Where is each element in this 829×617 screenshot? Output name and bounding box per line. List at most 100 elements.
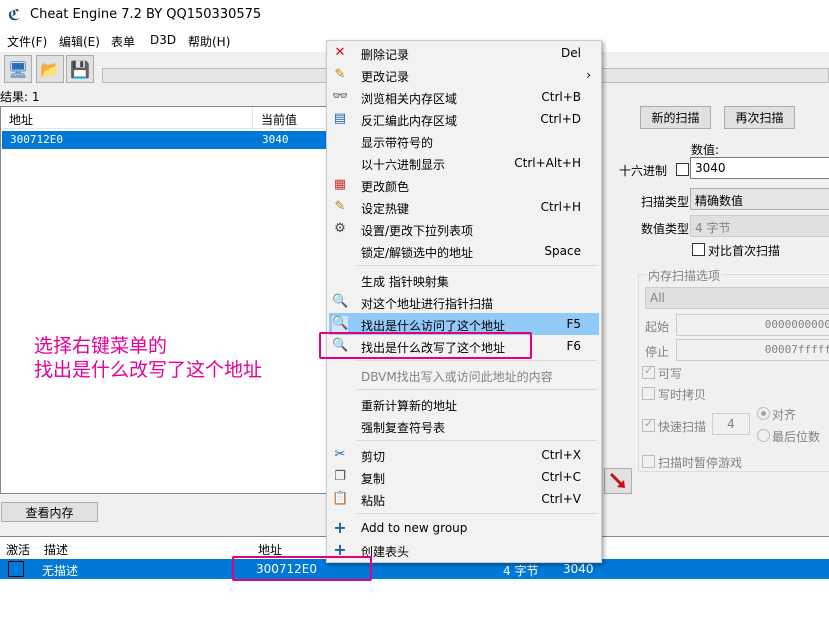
binoculars-icon: 👓	[332, 89, 349, 104]
menu-item-pointer-scan[interactable]: 🔍 对这个地址进行指针扫描	[329, 291, 599, 313]
menu-item-browse-memory[interactable]: 👓 浏览相关内存区域 Ctrl+B	[329, 86, 599, 108]
scissors-icon: ✂	[334, 447, 346, 462]
save-icon: 💾	[70, 59, 90, 79]
hotkey-icon: ✎	[334, 199, 346, 214]
menu-help[interactable]: 帮助(H)	[188, 33, 230, 50]
menu-separator	[357, 513, 597, 514]
value-type-select[interactable]: 4 字节	[690, 215, 829, 237]
menu-item-dbvm-find[interactable]: DBVM找出写入或访问此地址的内容	[329, 364, 599, 386]
add-group-icon: +	[333, 518, 347, 537]
last-digits-label: 最后位数	[772, 430, 821, 444]
fast-scan-checkbox[interactable]	[642, 417, 655, 432]
row-description: 无描述	[42, 564, 79, 578]
hex-checkbox[interactable]	[676, 163, 689, 176]
save-button[interactable]: 💾	[66, 55, 94, 83]
open-process-button[interactable]: 🖥	[4, 55, 32, 83]
menu-file[interactable]: 文件(F)	[7, 33, 47, 50]
red-arrow-icon	[609, 472, 625, 488]
menu-item-add-group[interactable]: + Add to new group	[329, 517, 599, 539]
hex-label: 十六进制	[619, 164, 668, 178]
compare-first-label: 对比首次扫描	[708, 244, 781, 258]
menu-item-force-recheck[interactable]: 强制复查符号表	[329, 415, 599, 437]
add-to-list-button[interactable]	[604, 468, 632, 494]
results-header-value[interactable]: 当前值	[253, 107, 327, 129]
delete-icon: ✕	[334, 45, 346, 60]
gear-icon: ⚙	[334, 221, 346, 236]
title-bar: ℭ Cheat Engine 7.2 BY QQ150330575	[0, 0, 829, 30]
cheat-engine-logo-icon: ℭ	[8, 6, 21, 24]
paste-icon: 📋	[332, 491, 349, 506]
annotation-highlight-address	[232, 556, 372, 581]
menu-item-generate-pointermap[interactable]: 生成 指针映射集	[329, 269, 599, 291]
pause-game-label: 扫描时暂停游戏	[658, 456, 743, 470]
menu-edit[interactable]: 编辑(E)	[59, 33, 100, 50]
align-label: 对齐	[772, 408, 797, 422]
menu-item-change-color[interactable]: ▦ 更改颜色	[329, 174, 599, 196]
start-label: 起始	[645, 320, 670, 334]
writable-label: 可写	[658, 367, 683, 381]
open-file-button[interactable]: 📂	[36, 55, 64, 83]
writable-checkbox[interactable]	[642, 364, 655, 379]
row-value: 3040	[563, 562, 594, 576]
menu-item-recalculate[interactable]: 重新计算新的地址	[329, 393, 599, 415]
stop-label: 停止	[645, 345, 670, 359]
submenu-arrow-icon: ›	[586, 68, 591, 82]
menu-table[interactable]: 表单	[111, 33, 135, 50]
last-digits-radio[interactable]	[757, 429, 770, 442]
menu-item-delete-record[interactable]: ✕ 删除记录 Del	[329, 42, 599, 64]
active-checkbox[interactable]	[8, 561, 24, 577]
disassemble-icon: ▤	[333, 111, 347, 126]
value-type-label: 数值类型	[641, 222, 690, 236]
menu-item-copy[interactable]: ❐ 复制 Ctrl+C	[329, 466, 599, 488]
menu-separator	[357, 265, 597, 266]
copy-icon: ❐	[334, 469, 346, 484]
annotation-line-2: 找出是什么改写了这个地址	[34, 359, 263, 381]
menu-separator	[357, 440, 597, 441]
value-label: 数值:	[691, 143, 720, 157]
pause-game-checkbox[interactable]	[642, 455, 655, 468]
scan-type-select[interactable]: 精确数值	[690, 188, 829, 210]
copy-on-write-checkbox[interactable]	[642, 387, 655, 400]
memory-region-select[interactable]: All	[645, 287, 829, 309]
context-menu: ✕ 删除记录 Del ✎ 更改记录 › 👓 浏览相关内存区域 Ctrl+B ▤ …	[326, 40, 602, 563]
results-list[interactable]: 地址 当前值 300712E0 3040	[0, 106, 327, 494]
align-radio[interactable]	[757, 407, 770, 420]
menu-item-dropdown-list[interactable]: ⚙ 设置/更改下拉列表项	[329, 218, 599, 240]
menu-item-disassemble[interactable]: ▤ 反汇编此内存区域 Ctrl+D	[329, 108, 599, 130]
fast-scan-input[interactable]: 4	[712, 413, 750, 435]
pointer-scan-icon: 🔍	[332, 294, 349, 309]
copy-on-write-label: 写时拷贝	[658, 388, 707, 402]
scan-type-label: 扫描类型	[641, 195, 690, 209]
menu-separator	[357, 389, 597, 390]
fast-scan-label: 快速扫描	[658, 420, 707, 434]
results-header-address[interactable]: 地址	[1, 107, 253, 129]
menu-item-toggle-freeze[interactable]: 锁定/解锁选中的地址 Space	[329, 240, 599, 262]
menu-d3d[interactable]: D3D	[150, 33, 176, 47]
next-scan-button[interactable]: 再次扫描	[724, 106, 795, 129]
header-active[interactable]: 激活	[6, 541, 30, 558]
result-address: 300712E0	[10, 133, 63, 146]
annotation-highlight-menu	[319, 332, 532, 359]
row-type: 4 字节	[503, 564, 539, 578]
compare-first-checkbox[interactable]	[692, 243, 705, 256]
menu-item-cut[interactable]: ✂ 剪切 Ctrl+X	[329, 444, 599, 466]
menu-item-show-signed[interactable]: 显示带符号的	[329, 130, 599, 152]
menu-item-show-hex[interactable]: 以十六进制显示 Ctrl+Alt+H	[329, 152, 599, 174]
result-value: 3040	[262, 133, 289, 146]
color-icon: ▦	[333, 177, 347, 192]
window-title: Cheat Engine 7.2 BY QQ150330575	[30, 7, 262, 22]
value-input[interactable]: 3040	[690, 157, 829, 179]
header-description[interactable]: 描述	[44, 541, 68, 558]
start-address-input[interactable]: 0000000000	[676, 314, 829, 336]
find-access-icon: 🔍	[332, 316, 349, 332]
results-row[interactable]: 300712E0 3040	[2, 131, 327, 149]
annotation-line-1: 选择右键菜单的	[34, 335, 168, 357]
folder-icon: 📂	[40, 59, 60, 79]
memory-scan-options-title: 内存扫描选项	[646, 267, 723, 284]
menu-item-change-record[interactable]: ✎ 更改记录 ›	[329, 64, 599, 86]
view-memory-button[interactable]: 查看内存	[1, 502, 98, 522]
new-scan-button[interactable]: 新的扫描	[640, 106, 711, 129]
menu-item-set-hotkey[interactable]: ✎ 设定热键 Ctrl+H	[329, 196, 599, 218]
menu-item-paste[interactable]: 📋 粘贴 Ctrl+V	[329, 488, 599, 510]
stop-address-input[interactable]: 00007fffff	[676, 339, 829, 361]
